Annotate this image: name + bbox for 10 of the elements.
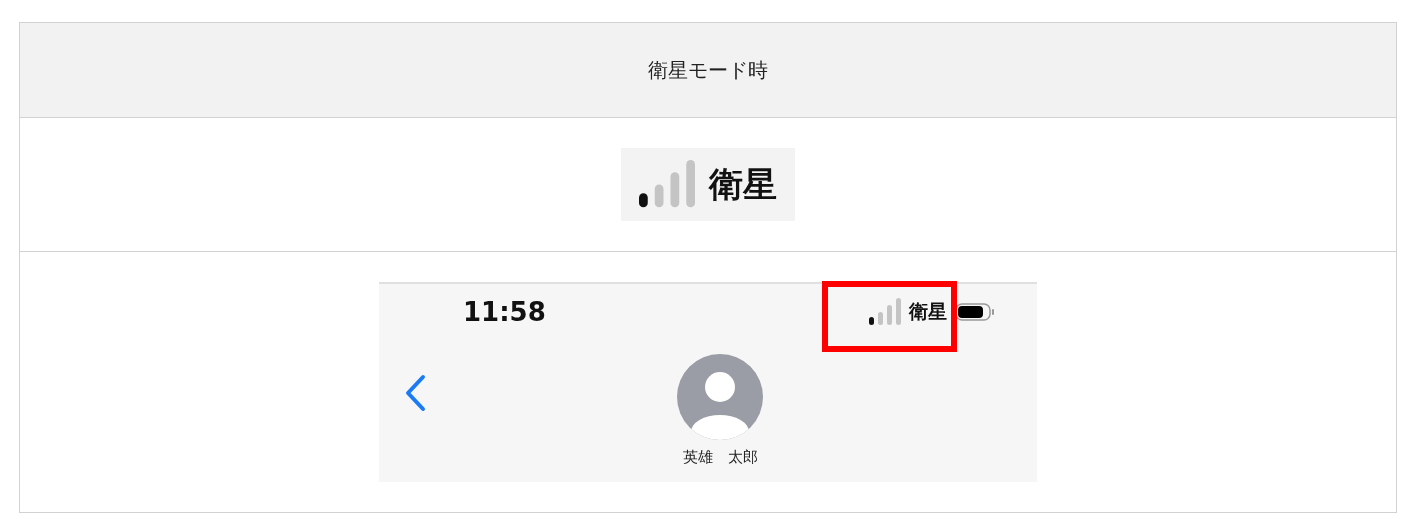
signal-icon [639, 160, 695, 209]
back-icon[interactable] [403, 374, 427, 412]
avatar-icon [677, 354, 763, 440]
status-time: 11:58 [463, 297, 546, 327]
contact-name: 英雄 太郎 [682, 448, 758, 467]
signal-icon [869, 298, 901, 326]
battery-icon [955, 302, 995, 322]
table-header: 衛星モード時 [20, 23, 1396, 118]
status-label: 衛星 [909, 299, 947, 324]
status-label: 衛星 [709, 162, 777, 206]
